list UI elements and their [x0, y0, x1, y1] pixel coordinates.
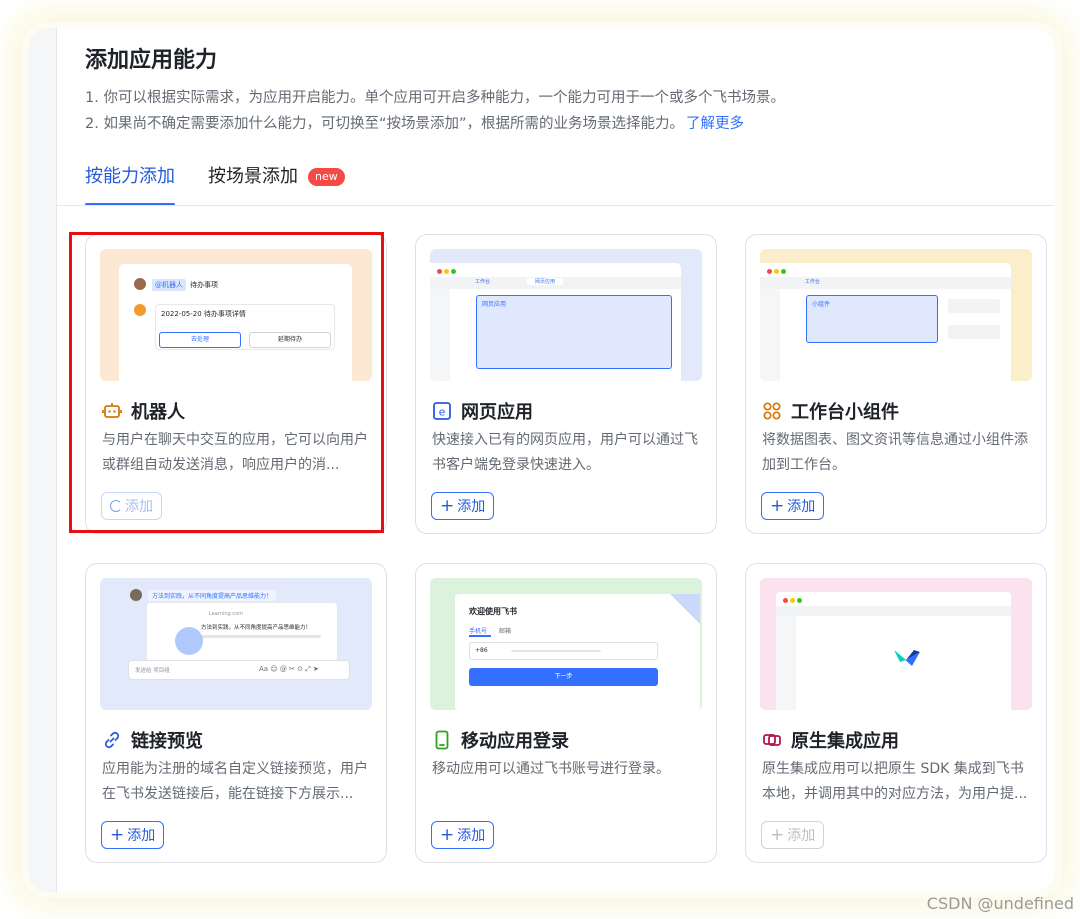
card-title: 链接预览 — [131, 731, 203, 752]
add-native-app-button[interactable]: + 添加 — [761, 821, 825, 849]
card-title: 网页应用 — [461, 402, 533, 423]
preview-tab-phone: 手机号 — [469, 628, 488, 635]
tab-by-scenario[interactable]: 按场景添加 new — [208, 164, 345, 206]
loading-spinner-icon — [110, 500, 122, 512]
mobile-login-preview: 欢迎使用飞书 手机号 邮箱 +86 下一步 — [430, 578, 702, 710]
add-button-label: 添加 — [457, 828, 486, 844]
preview-panel-label: 小组件 — [812, 301, 831, 308]
capability-card-web-app[interactable]: 工作台 网页应用 网页应用 e 网页应用 快速接入已有的网页应用，用户可以通过飞… — [415, 234, 717, 534]
card-title: 机器人 — [131, 402, 185, 423]
preview-tab-email: 邮箱 — [499, 628, 512, 635]
card-head: 机器人 — [102, 398, 185, 424]
robot-icon — [102, 401, 122, 421]
preview-header: 待办事项 — [190, 281, 218, 289]
add-button-label: 添加 — [127, 828, 156, 844]
link-icon — [102, 730, 122, 750]
add-widget-button[interactable]: + 添加 — [761, 492, 825, 520]
add-mobile-login-button[interactable]: + 添加 — [431, 821, 495, 849]
preview-tab-1: 工作台 — [805, 279, 821, 285]
card-description: 原生集成应用可以把原生 SDK 集成到飞书本地，并调用其中的对应方法，为用户提.… — [762, 761, 1028, 802]
add-web-app-button[interactable]: + 添加 — [431, 492, 495, 520]
link-preview-preview: 方法到实践，从不同角度提高产品思维能力！ Learning.com 方法到实践，… — [100, 578, 372, 710]
new-badge: new — [308, 168, 345, 186]
preview-panel-label: 网页应用 — [482, 301, 507, 308]
card-head: e 网页应用 — [432, 398, 533, 424]
tab-by-capability-label: 按能力添加 — [85, 166, 175, 187]
card-title: 工作台小组件 — [791, 402, 899, 423]
preview-welcome: 欢迎使用飞书 — [469, 607, 517, 616]
add-link-preview-button[interactable]: + 添加 — [101, 821, 165, 849]
card-head: 链接预览 — [102, 727, 203, 753]
add-robot-button[interactable]: 添加 — [101, 492, 162, 520]
preview-tab-1: 工作台 — [475, 279, 491, 285]
preview-country-code: +86 — [475, 647, 488, 654]
add-button-label: 添加 — [787, 828, 816, 844]
plus-icon: + — [110, 824, 125, 845]
preview-input-placeholder: 发送给 项目组 — [135, 668, 170, 674]
capability-card-native-app[interactable]: 原生集成应用 原生集成应用可以把原生 SDK 集成到飞书本地，并调用其中的对应方… — [745, 563, 1047, 863]
preview-date-line: 2022-05-20 待办事项详情 — [161, 310, 246, 318]
left-rail — [28, 28, 57, 892]
mention-tag: @机器人 — [152, 279, 186, 291]
widget-icon — [762, 401, 782, 421]
watermark: CSDN @undefined — [926, 894, 1074, 913]
capability-card-widget[interactable]: 工作台 小组件 工作台小组件 将数据图表、图文资讯等信息通过小组件添加到工作台。… — [745, 234, 1047, 534]
widget-preview: 工作台 小组件 — [760, 249, 1032, 381]
plus-icon: + — [440, 495, 455, 516]
page-title: 添加应用能力 — [85, 48, 218, 73]
preview-button-1: 去处理 — [159, 332, 241, 348]
card-description: 移动应用可以通过飞书账号进行登录。 — [432, 761, 670, 777]
description-line-2: 2. 如果尚不确定需要添加什么能力，可切换至“按场景添加”，根据所需的业务场景选… — [85, 112, 744, 133]
robot-preview: @机器人 待办事项 2022-05-20 待办事项详情 去处理 延期待办 — [100, 249, 372, 381]
lark-logo-icon — [894, 650, 920, 666]
native-app-preview — [760, 578, 1032, 710]
description-line-2-text: 2. 如果尚不确定需要添加什么能力，可切换至“按场景添加”，根据所需的业务场景选… — [85, 116, 684, 132]
description-line-1: 1. 你可以根据实际需求，为应用开启能力。单个应用可开启多种能力，一个能力可用于… — [85, 90, 785, 106]
preview-card-title: 方法到实践，从不同角度提高产品思维能力！ — [201, 625, 312, 631]
card-description: 快速接入已有的网页应用，用户可以通过飞书客户端免登录快速进入。 — [432, 432, 698, 473]
preview-tab-2: 网页应用 — [527, 278, 564, 285]
learn-more-link[interactable]: 了解更多 — [686, 116, 744, 132]
preview-link-text: 方法到实践，从不同角度提高产品思维能力！ — [148, 590, 277, 601]
web-app-icon: e — [432, 401, 452, 421]
card-description: 应用能为注册的域名自定义链接预览，用户在飞书发送链接后，能在链接下方展示... — [102, 761, 368, 802]
tabs-divider — [57, 205, 1054, 206]
card-head: 原生集成应用 — [762, 727, 899, 753]
capability-card-link-preview[interactable]: 方法到实践，从不同角度提高产品思维能力！ Learning.com 方法到实践，… — [85, 563, 387, 863]
web-app-preview: 工作台 网页应用 网页应用 — [430, 249, 702, 381]
preview-next-button: 下一步 — [469, 668, 658, 686]
card-head: 移动应用登录 — [432, 727, 569, 753]
svg-text:e: e — [439, 406, 446, 419]
card-head: 工作台小组件 — [762, 398, 899, 424]
mobile-icon — [432, 730, 452, 750]
capability-card-mobile-login[interactable]: 欢迎使用飞书 手机号 邮箱 +86 下一步 移动应用登录 移动应用可以通过飞书账… — [415, 563, 717, 863]
plus-icon: + — [770, 495, 785, 516]
add-button-label: 添加 — [125, 499, 153, 515]
add-button-label: 添加 — [787, 499, 816, 515]
card-description: 将数据图表、图文资讯等信息通过小组件添加到工作台。 — [762, 432, 1028, 473]
native-app-icon — [762, 730, 782, 750]
tab-by-capability[interactable]: 按能力添加 — [85, 164, 175, 206]
tab-bar: 按能力添加 按场景添加 new — [85, 164, 345, 206]
card-title: 原生集成应用 — [791, 731, 899, 752]
preview-site: Learning.com — [209, 611, 243, 617]
preview-button-2: 延期待办 — [249, 332, 331, 348]
add-button-label: 添加 — [457, 499, 486, 515]
tab-by-scenario-label: 按场景添加 — [208, 166, 298, 187]
card-description: 与用户在聊天中交互的应用，它可以向用户或群组自动发送消息，响应用户的消... — [102, 432, 368, 473]
plus-icon: + — [440, 824, 455, 845]
card-title: 移动应用登录 — [461, 731, 569, 752]
capability-card-robot[interactable]: @机器人 待办事项 2022-05-20 待办事项详情 去处理 延期待办 机器人… — [85, 234, 387, 534]
plus-icon: + — [770, 824, 785, 845]
